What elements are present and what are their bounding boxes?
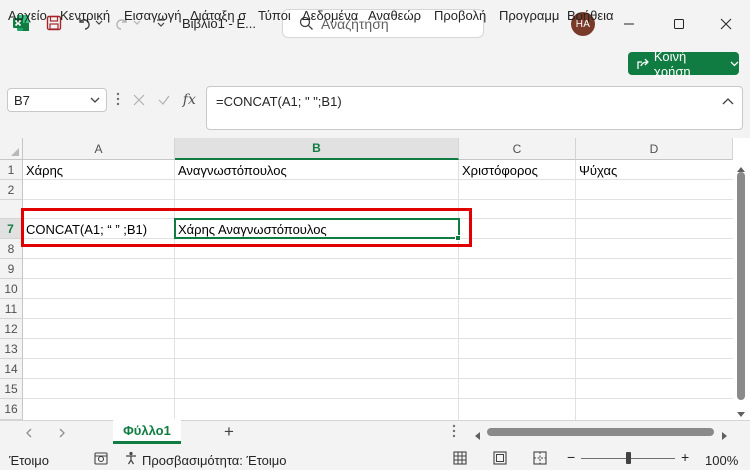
formula-input[interactable]: =CONCAT(A1; " ";B1) (206, 86, 743, 130)
row-header-8[interactable]: 8 (0, 239, 23, 259)
tab-formulas[interactable]: Τύποι (258, 8, 291, 23)
row-header-hidden (0, 200, 23, 219)
gridline (23, 398, 733, 399)
vertical-scrollbar-thumb[interactable] (737, 172, 745, 400)
status-accessibility[interactable]: Προσβασιμότητα: Έτοιμο (142, 453, 287, 468)
row-header-12[interactable]: 12 (0, 319, 23, 339)
column-header-a[interactable]: A (23, 138, 175, 160)
close-icon (133, 94, 145, 106)
gridline (23, 298, 733, 299)
share-button[interactable]: Κοινή χρήση (628, 49, 739, 79)
cell-c1[interactable]: Χριστόφορος (459, 160, 575, 180)
share-icon (637, 58, 649, 69)
row-header-16[interactable]: 16 (0, 399, 23, 420)
gridline (23, 338, 733, 339)
zoom-slider-thumb[interactable] (626, 452, 631, 464)
close-button[interactable] (714, 12, 738, 36)
row-header-1[interactable]: 1 (0, 160, 23, 180)
tab-review[interactable]: Αναθεώρ (368, 8, 426, 23)
confirm-entry-button[interactable] (153, 89, 174, 111)
zoom-level[interactable]: 100% (705, 453, 738, 468)
gridline (23, 258, 733, 259)
cancel-entry-button[interactable] (128, 89, 149, 111)
chevron-down-icon (730, 61, 739, 66)
status-ready: Έτοιμο (9, 453, 49, 468)
page-break-view-icon[interactable] (533, 451, 547, 468)
tab-file[interactable]: Αρχείο (8, 8, 47, 23)
select-all-icon (11, 148, 19, 156)
sheet-tab-active[interactable]: Φύλλο1 (113, 419, 181, 444)
tab-developer[interactable]: Προγραμμ (499, 8, 559, 23)
column-header-c[interactable]: C (459, 138, 576, 160)
gridline (23, 358, 733, 359)
tab-insert[interactable]: Εισαγωγή (124, 8, 181, 23)
scroll-right-icon[interactable] (722, 428, 728, 443)
macro-record-icon[interactable] (94, 452, 108, 468)
check-icon (158, 95, 170, 105)
gridline (575, 160, 576, 420)
tab-help[interactable]: Βοήθεια (567, 8, 614, 23)
row-header-10[interactable]: 10 (0, 279, 23, 299)
row-header-15[interactable]: 15 (0, 379, 23, 399)
tab-page-layout[interactable]: Διάταξη σ (190, 8, 252, 23)
zoom-in-button[interactable]: + (681, 449, 689, 465)
cell-d1[interactable]: Ψύχας (576, 160, 732, 180)
horizontal-scrollbar-thumb[interactable] (487, 428, 714, 436)
row-header-11[interactable]: 11 (0, 299, 23, 319)
scroll-left-icon[interactable] (474, 428, 480, 443)
sheet-options-icon[interactable] (452, 424, 456, 441)
share-label: Κοινή χρήση (653, 48, 691, 79)
accessibility-icon[interactable] (124, 451, 138, 468)
chevron-up-icon[interactable] (722, 94, 734, 109)
tab-data[interactable]: Δεδομένα (302, 8, 362, 23)
gridline (23, 278, 733, 279)
insert-function-button[interactable]: fx (179, 89, 200, 111)
gridline (23, 378, 733, 379)
gridline (23, 318, 733, 319)
maximize-button[interactable] (667, 12, 691, 36)
row-header-7[interactable]: 7 (0, 219, 23, 239)
zoom-out-button[interactable]: − (567, 449, 575, 465)
row-header-9[interactable]: 9 (0, 259, 23, 279)
tab-view[interactable]: Προβολή (434, 8, 486, 23)
gridline (174, 160, 175, 420)
next-sheet-icon[interactable] (58, 426, 66, 441)
row-header-14[interactable]: 14 (0, 359, 23, 379)
scroll-down-icon[interactable] (737, 406, 745, 421)
highlight-annotation (21, 208, 472, 247)
name-box[interactable]: B7 (7, 88, 107, 112)
row-header-13[interactable]: 13 (0, 339, 23, 359)
add-sheet-button[interactable]: + (224, 422, 234, 442)
cell-a1[interactable]: Χάρης (23, 160, 174, 180)
column-header-d[interactable]: D (576, 138, 733, 160)
chevron-down-icon[interactable] (89, 93, 101, 110)
close-icon (720, 18, 732, 30)
gridline (458, 160, 459, 420)
page-layout-view-icon[interactable] (493, 451, 507, 468)
name-box-value: B7 (14, 92, 30, 108)
row-header-2[interactable]: 2 (0, 180, 23, 200)
column-header-b[interactable]: B (175, 138, 459, 160)
formula-text: =CONCAT(A1; " ";B1) (216, 94, 342, 109)
more-options-icon[interactable] (116, 92, 120, 109)
minimize-icon (624, 23, 634, 25)
gridline (23, 199, 733, 200)
prev-sheet-icon[interactable] (25, 426, 33, 441)
formula-bar-buttons: fx (128, 89, 200, 111)
normal-view-icon[interactable] (453, 451, 467, 468)
minimize-button[interactable] (617, 12, 641, 36)
select-all-button[interactable] (0, 138, 23, 160)
maximize-icon (674, 19, 684, 29)
tab-home[interactable]: Κεντρική (60, 8, 110, 23)
cell-b1[interactable]: Αναγνωστόπουλος (175, 160, 458, 180)
